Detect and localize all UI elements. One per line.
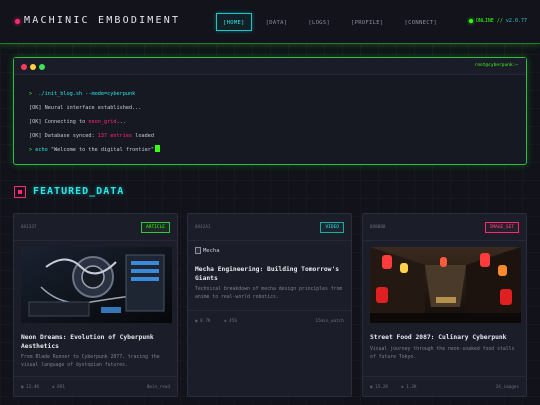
terminal-line: > ./init_blog.sh --mode=cyberpunk xyxy=(29,91,136,97)
terminal-cursor xyxy=(154,145,160,152)
main-nav: [HOME] [DATA] [LOGS] [PROFILE] [CONNECT] xyxy=(216,13,444,31)
terminal-window: root@cyberpunk:~ > ./init_blog.sh --mode… xyxy=(13,57,527,165)
terminal-line: [OK] Connecting to neon_grid... xyxy=(29,119,126,125)
nav-profile[interactable]: [PROFILE] xyxy=(344,13,391,31)
card-id: 0X1337 xyxy=(21,225,37,230)
terminal-line: > echo "Welcome to the digital frontier" xyxy=(29,143,526,157)
card-id: 0X8080 xyxy=(370,225,386,230)
nav-data[interactable]: [DATA] xyxy=(259,13,295,31)
card-footer: ◉ 8.7K ◈ 456 15min_watch xyxy=(188,310,351,330)
site-logo[interactable]: MACHINIC EMBODIMENT xyxy=(24,15,180,26)
likes-count: ◈ 1.2K xyxy=(401,385,417,390)
minimize-dot-icon[interactable] xyxy=(30,64,36,70)
status-dot-icon xyxy=(468,19,473,23)
maximize-dot-icon[interactable] xyxy=(39,64,45,70)
broken-image-icon xyxy=(195,247,201,254)
section-title: FEATURED_DATA xyxy=(33,186,125,197)
card-thumbnail[interactable]: Mecha xyxy=(195,247,220,254)
read-time: 8min_read xyxy=(146,385,170,390)
card-description: Technical breakdown of mecha design prin… xyxy=(195,287,343,300)
nav-connect[interactable]: [CONNECT] xyxy=(398,13,445,31)
nav-home[interactable]: [HOME] xyxy=(216,13,252,31)
card-video[interactable]: 0X42A1 VIDEO Mecha Mecha Engineering: Bu… xyxy=(187,213,352,397)
watch-time: 15min_watch xyxy=(315,319,344,324)
terminal-body: > ./init_blog.sh --mode=cyberpunk [OK] N… xyxy=(14,75,526,157)
card-title[interactable]: Street Food 2087: Culinary Cyberpunk xyxy=(370,333,522,342)
close-dot-icon[interactable] xyxy=(21,64,27,70)
views-count: ◉ 8.7K xyxy=(195,319,211,324)
terminal-line: [OK] Neural interface established... xyxy=(29,105,142,111)
card-thumbnail[interactable] xyxy=(21,247,172,323)
version-label: v2.0.77 xyxy=(505,18,527,24)
terminal-title: root@cyberpunk:~ xyxy=(474,63,518,68)
logo-dot-icon xyxy=(15,19,20,24)
card-article[interactable]: 0X1337 ARTICLE Neon Dreams: Evolution of… xyxy=(13,213,178,397)
image-alt-text: Mecha xyxy=(203,247,220,254)
square-target-icon xyxy=(14,186,26,198)
image-count: 24_images xyxy=(495,385,519,390)
card-id: 0X42A1 xyxy=(195,225,211,230)
likes-count: ◈ 456 xyxy=(224,319,237,324)
card-footer: ◉ 12.4K ◈ 891 8min_read xyxy=(14,376,177,396)
terminal-titlebar: root@cyberpunk:~ xyxy=(14,58,526,75)
top-header: MACHINIC EMBODIMENT [HOME] [DATA] [LOGS]… xyxy=(0,0,540,44)
card-thumbnail[interactable] xyxy=(370,247,521,323)
card-description: From Blade Runner to Cyberpunk 2077, tra… xyxy=(21,355,160,368)
card-description: Visual journey through the neon-soaked f… xyxy=(370,347,515,360)
views-count: ◉ 15.2K xyxy=(370,385,389,390)
terminal-line: [OK] Database synced: 137 entries loaded xyxy=(29,133,154,139)
views-count: ◉ 12.4K xyxy=(21,385,40,390)
card-badge: ARTICLE xyxy=(141,222,170,233)
card-badge: VIDEO xyxy=(320,222,344,233)
card-title[interactable]: Mecha Engineering: Building Tomorrow's G… xyxy=(195,265,347,283)
status-text: ONLINE xyxy=(475,18,494,24)
card-image-set[interactable]: 0X8080 IMAGE_SET Street Food 2087: Culin… xyxy=(362,213,527,397)
card-title[interactable]: Neon Dreams: Evolution of Cyberpunk Aest… xyxy=(21,333,173,351)
card-badge: IMAGE_SET xyxy=(484,222,519,233)
card-footer: ◉ 15.2K ◈ 1.2K 24_images xyxy=(363,376,526,396)
nav-logs[interactable]: [LOGS] xyxy=(301,13,337,31)
likes-count: ◈ 891 xyxy=(52,385,65,390)
status-indicator: ONLINE // v2.0.77 xyxy=(468,18,527,24)
